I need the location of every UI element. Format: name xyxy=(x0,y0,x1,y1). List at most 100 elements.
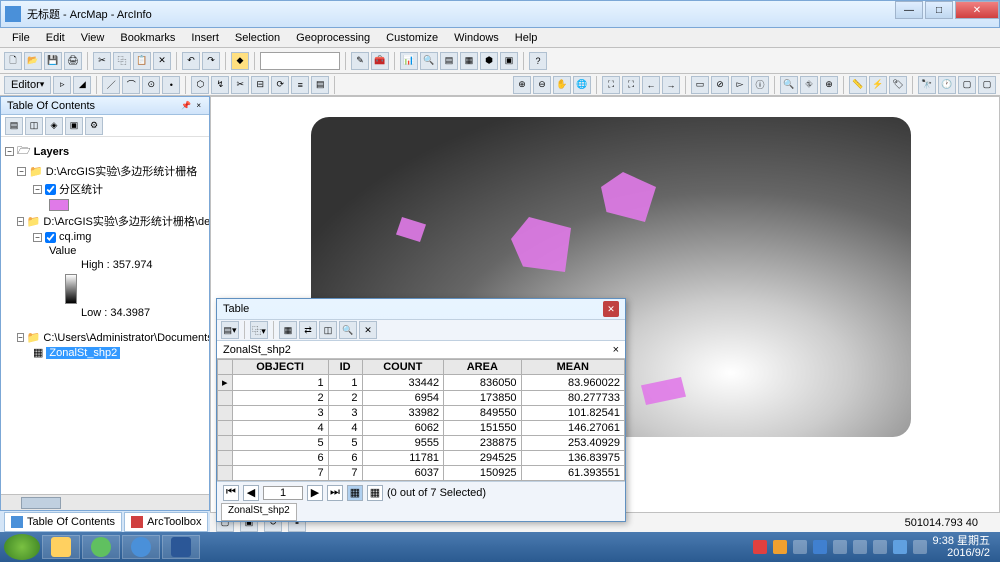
cut-polygons[interactable]: ✂ xyxy=(231,76,249,94)
polygon-feature[interactable] xyxy=(511,217,571,272)
tray-shield-icon[interactable] xyxy=(813,540,827,554)
back-extent[interactable]: ← xyxy=(642,76,660,94)
raster-gradient-swatch[interactable] xyxy=(65,274,77,304)
results-button[interactable]: ▣ xyxy=(500,52,518,70)
select-by-attrs-icon[interactable]: ▦ xyxy=(279,321,297,339)
table-bottom-tab[interactable]: ZonalSt_shp2 xyxy=(221,503,297,521)
nav-first-button[interactable]: ⏮ xyxy=(223,485,239,501)
attributes-button[interactable]: ≡ xyxy=(291,76,309,94)
column-header[interactable]: ID xyxy=(328,360,362,375)
list-visibility-icon[interactable]: ◈ xyxy=(45,117,63,135)
task-explorer[interactable] xyxy=(42,535,80,559)
zoom-out-button[interactable]: ⊖ xyxy=(533,76,551,94)
tray-icon[interactable] xyxy=(873,540,887,554)
print-button[interactable]: 🖨 xyxy=(64,52,82,70)
viewer-window[interactable]: ▢ xyxy=(958,76,976,94)
column-header[interactable]: MEAN xyxy=(521,360,624,375)
table-row[interactable]: 3333982849550101.82541 xyxy=(218,406,625,421)
pan-button[interactable]: ✋ xyxy=(553,76,571,94)
tab-arctoolbox[interactable]: ArcToolbox xyxy=(124,512,208,532)
reshape[interactable]: ↯ xyxy=(211,76,229,94)
full-extent-button[interactable]: 🌐 xyxy=(573,76,591,94)
menu-geoprocessing[interactable]: Geoprocessing xyxy=(288,30,378,46)
maximize-button[interactable]: □ xyxy=(925,1,953,19)
table-options-icon[interactable]: ▤▾ xyxy=(221,321,239,339)
clear-selection-icon[interactable]: ✕ xyxy=(359,321,377,339)
tray-icon[interactable] xyxy=(893,540,907,554)
delete-button[interactable]: ✕ xyxy=(153,52,171,70)
polygon-feature[interactable] xyxy=(396,217,426,242)
open-button[interactable]: 📂 xyxy=(24,52,42,70)
edit-tool[interactable]: ▹ xyxy=(53,76,71,94)
menu-view[interactable]: View xyxy=(73,30,113,46)
undo-button[interactable]: ↶ xyxy=(182,52,200,70)
menu-edit[interactable]: Edit xyxy=(38,30,73,46)
nav-prev-button[interactable]: ◀ xyxy=(243,485,259,501)
menu-windows[interactable]: Windows xyxy=(446,30,507,46)
tray-icon[interactable] xyxy=(773,540,787,554)
save-button[interactable]: 💾 xyxy=(44,52,62,70)
list-drawing-order-icon[interactable]: ▤ xyxy=(5,117,23,135)
switch-selection-icon[interactable]: ⇄ xyxy=(299,321,317,339)
minimize-button[interactable]: — xyxy=(895,1,923,19)
redo-button[interactable]: ↷ xyxy=(202,52,220,70)
straight-segment[interactable]: ／ xyxy=(102,76,120,94)
tray-icon[interactable] xyxy=(753,540,767,554)
options-icon[interactable]: ⚙ xyxy=(85,117,103,135)
list-selection-icon[interactable]: ▣ xyxy=(65,117,83,135)
menu-insert[interactable]: Insert xyxy=(183,30,227,46)
table-row[interactable]: ▸113344283605083.960022 xyxy=(218,375,625,391)
fixed-zoom-out[interactable]: ⛶ xyxy=(622,76,640,94)
select-all-icon[interactable]: ◫ xyxy=(319,321,337,339)
task-arcmap[interactable] xyxy=(122,535,160,559)
tray-icon[interactable] xyxy=(913,540,927,554)
table-row[interactable]: 446062151550146.27061 xyxy=(218,421,625,436)
edit-annotation[interactable]: ◢ xyxy=(73,76,91,94)
goto-xy[interactable]: ⊕ xyxy=(820,76,838,94)
column-header[interactable]: COUNT xyxy=(362,360,444,375)
clock[interactable]: 9:38 星期五2016/9/2 xyxy=(933,535,990,559)
nav-next-button[interactable]: ▶ xyxy=(307,485,323,501)
paste-button[interactable]: 📋 xyxy=(133,52,151,70)
table-row[interactable]: 22695417385080.277733 xyxy=(218,391,625,406)
group-folder-1[interactable]: −📁 D:\ArcGIS实验\多边形统计栅格 xyxy=(5,162,205,180)
sketch-props[interactable]: ▤ xyxy=(311,76,329,94)
layers-root[interactable]: −🗁 Layers xyxy=(5,141,205,162)
toolbox-button[interactable]: 🧰 xyxy=(371,52,389,70)
toc-scrollbar[interactable] xyxy=(1,494,209,510)
nav-last-button[interactable]: ⏭ xyxy=(327,485,343,501)
search-button[interactable]: 🔍 xyxy=(420,52,438,70)
show-all-button[interactable]: ▦ xyxy=(347,485,363,501)
column-header[interactable]: OBJECTI xyxy=(232,360,328,375)
menu-customize[interactable]: Customize xyxy=(378,30,446,46)
add-data-button[interactable]: ◆ xyxy=(231,52,249,70)
symbol-swatch[interactable] xyxy=(49,199,69,211)
help-button[interactable]: ? xyxy=(529,52,547,70)
table-close-button[interactable]: ✕ xyxy=(603,301,619,317)
tray-network-icon[interactable] xyxy=(833,540,847,554)
forward-extent[interactable]: → xyxy=(662,76,680,94)
catalog-button[interactable]: 📊 xyxy=(400,52,418,70)
editor-menu[interactable]: Editor ▾ xyxy=(4,76,51,94)
html-popup[interactable]: 🏷 xyxy=(889,76,907,94)
table-row[interactable]: 6611781294525136.83975 xyxy=(218,451,625,466)
task-browser[interactable] xyxy=(82,535,120,559)
find-binoculars-icon[interactable]: 🔭 xyxy=(918,76,936,94)
table-tab-close-icon[interactable]: × xyxy=(613,344,619,356)
table-row[interactable]: 77603715092561.393551 xyxy=(218,466,625,481)
layer-zonalst-table[interactable]: ▦ ZonalSt_shp2 xyxy=(5,345,205,360)
layer-dem[interactable]: − cq.img xyxy=(5,230,205,244)
find-button[interactable]: 🔍 xyxy=(780,76,798,94)
editor-toolbar-button[interactable]: ✎ xyxy=(351,52,369,70)
fixed-zoom-in[interactable]: ⛶ xyxy=(602,76,620,94)
toc-pin-icon[interactable]: 📌 xyxy=(179,101,193,110)
menu-file[interactable]: File xyxy=(4,30,38,46)
copy-button[interactable]: ⿻ xyxy=(113,52,131,70)
scale-input[interactable] xyxy=(260,52,340,70)
tray-icon[interactable] xyxy=(793,540,807,554)
edit-vertices[interactable]: ⬡ xyxy=(191,76,209,94)
polygon-feature[interactable] xyxy=(636,377,686,405)
toc-button[interactable]: ▤ xyxy=(440,52,458,70)
select-features[interactable]: ▭ xyxy=(691,76,709,94)
column-header[interactable]: AREA xyxy=(444,360,522,375)
